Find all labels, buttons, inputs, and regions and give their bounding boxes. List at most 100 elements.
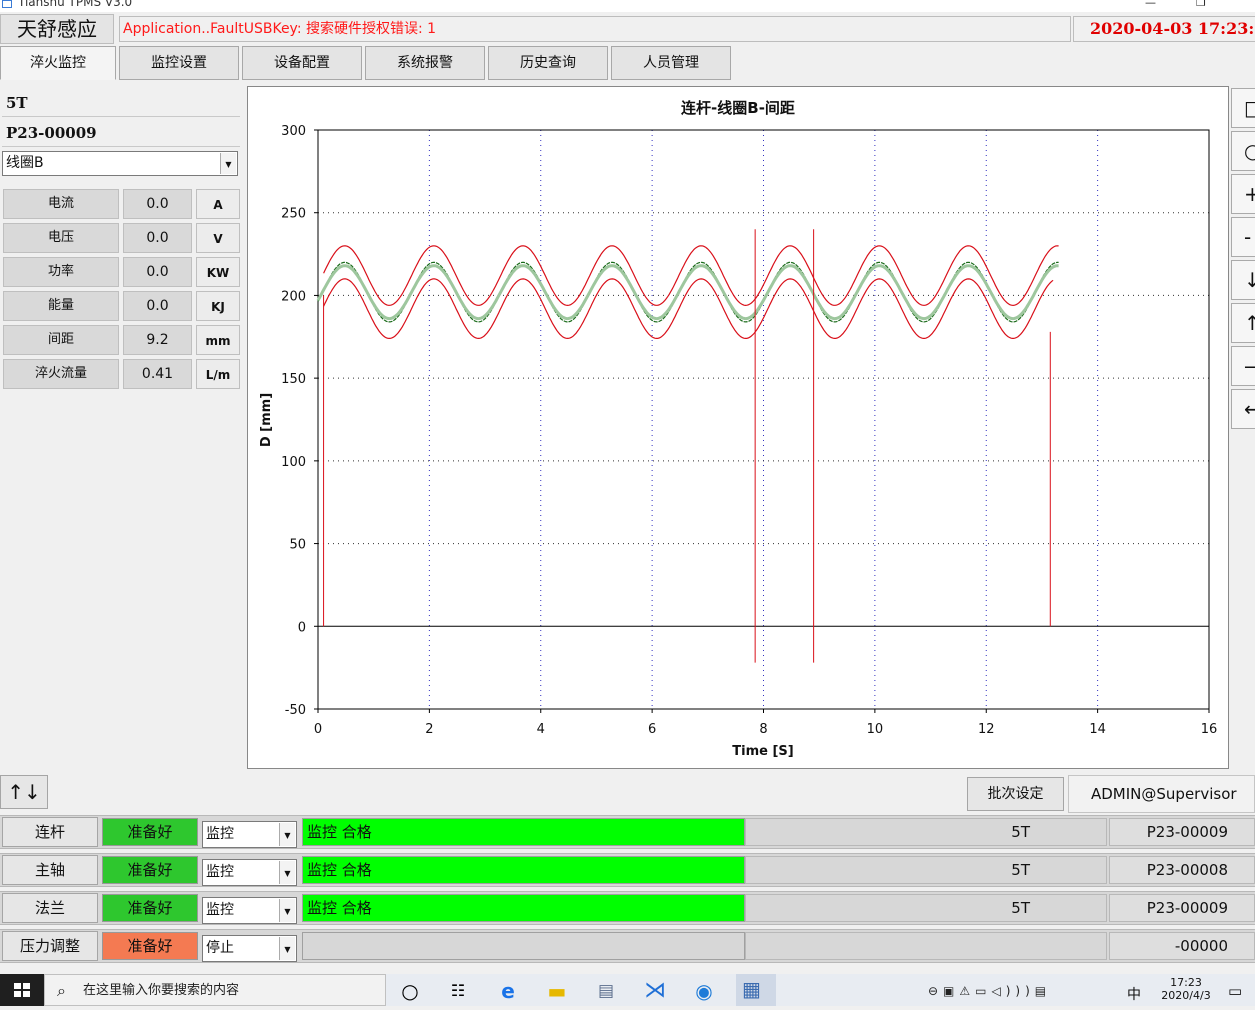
param-unit-power: KW [196, 257, 240, 287]
spec-label: 5T [2, 89, 240, 117]
pan-down-button[interactable]: ↓ [1231, 260, 1255, 300]
line-spec [745, 932, 1107, 960]
window-titlebar: Tianshu TPMS V3.0 — ❐ [0, 0, 1255, 12]
y-tick-label: 300 [281, 124, 306, 139]
param-unit-voltage: V [196, 223, 240, 253]
y-tick-label: 50 [289, 538, 306, 553]
batch-settings-button[interactable]: 批次设定 [967, 777, 1064, 811]
chevron-down-icon: ▼ [220, 153, 236, 174]
pan-left-button[interactable]: ← [1231, 389, 1255, 429]
param-label-voltage: 电压 [3, 223, 119, 253]
taskbar-clock[interactable]: 17:23 2020/4/3 [1160, 976, 1212, 1002]
brand-logo: 天舒感应 [0, 14, 114, 44]
chart-panel[interactable]: 连杆-线圈B-间距 -50 0 50 100 150 200 250 300 0 2 4 6 8 10 1… [247, 86, 1229, 769]
tab-user-management[interactable]: 人员管理 [611, 46, 731, 80]
minimize-icon[interactable]: — [1145, 0, 1156, 9]
taskbar-search-placeholder: 在这里输入你要搜索的内容 [83, 983, 240, 998]
ime-indicator[interactable]: 中 [1127, 984, 1141, 1004]
sort-button[interactable]: ↑↓ [0, 775, 48, 809]
gap-chart[interactable]: 连杆-线圈B-间距 -50 0 50 100 150 200 250 300 0 2 4 6 8 10 1… [248, 87, 1230, 770]
param-value-gap: 9.2 [123, 325, 192, 355]
chart-series [316, 245, 1059, 340]
line-status-badge: 准备好 [102, 856, 198, 884]
datetime-display: 2020-04-03 17:23:06 [1073, 16, 1255, 42]
line-name-button[interactable]: 法兰 [2, 893, 98, 923]
notification-icon[interactable]: ▭ [1228, 982, 1242, 1000]
line-mode-select[interactable]: 监控 ▼ [202, 897, 297, 924]
y-tick-label: 100 [281, 455, 306, 470]
zoom-out-button[interactable]: - [1231, 217, 1255, 257]
line-message: 监控 合格 [302, 856, 745, 884]
line-part-number: P23-00009 [1109, 894, 1255, 922]
y-tick-label: 0 [298, 620, 306, 635]
tab-quench-monitor[interactable]: 淬火监控 [0, 46, 116, 80]
coil-select-value: 线圈B [6, 155, 44, 171]
param-value-current: 0.0 [123, 189, 192, 219]
start-button[interactable] [0, 974, 44, 1006]
line-name-button[interactable]: 主轴 [2, 855, 98, 885]
chart-app-icon: ▦ [742, 977, 761, 1001]
window-title: Tianshu TPMS V3.0 [18, 0, 133, 9]
line-mode-value: 监控 [206, 902, 234, 918]
edge-browser-icon[interactable]: e [494, 978, 522, 1004]
line-mode-select[interactable]: 监控 ▼ [202, 821, 297, 848]
pan-flat-button[interactable]: — [1231, 346, 1255, 386]
y-axis-label: D [mm] [259, 393, 274, 447]
line-name-button[interactable]: 压力调整 [2, 931, 98, 961]
task-view-icon[interactable]: ○ [396, 978, 424, 1004]
param-unit-gap: mm [196, 325, 240, 355]
zoom-reset-button[interactable]: ○ [1231, 131, 1255, 171]
chart-grid [318, 130, 1209, 709]
widgets-icon[interactable]: ☷ [444, 978, 472, 1004]
x-tick-label: 4 [537, 722, 545, 737]
y-axis-ticks: -50 0 50 100 150 200 250 300 [281, 124, 318, 718]
param-value-energy: 0.0 [123, 291, 192, 321]
line-spec: 5T [745, 894, 1107, 922]
line-status-badge: 准备好 [102, 894, 198, 922]
param-label-gap: 间距 [3, 325, 119, 355]
zoom-box-button[interactable]: □ [1231, 88, 1255, 128]
zoom-in-button[interactable]: + [1231, 174, 1255, 214]
param-value-power: 0.0 [123, 257, 192, 287]
line-name-button[interactable]: 连杆 [2, 817, 98, 847]
x-tick-label: 6 [648, 722, 656, 737]
coil-select[interactable]: 线圈B ▼ [2, 151, 238, 176]
vscode-icon[interactable]: ⋊ [641, 978, 669, 1004]
line-status-badge: 准备好 [102, 818, 198, 846]
y-tick-label: -50 [285, 703, 306, 718]
y-tick-label: 150 [281, 372, 306, 387]
param-value-flow: 0.41 [123, 359, 192, 389]
param-label-flow: 淬火流量 [3, 359, 119, 389]
y-tick-label: 250 [281, 207, 306, 222]
system-tray-icons[interactable]: ⊖▣⚠▭◁)))▤ [928, 984, 1051, 998]
param-value-voltage: 0.0 [123, 223, 192, 253]
line-part-number: P23-00008 [1109, 856, 1255, 884]
line-spec: 5T [745, 856, 1107, 884]
x-tick-label: 0 [314, 722, 322, 737]
line-part-number: P23-00009 [1109, 818, 1255, 846]
windows-icon [14, 983, 30, 997]
tab-system-alarm[interactable]: 系统报警 [365, 46, 485, 80]
file-explorer-icon[interactable]: ▬ [543, 978, 571, 1004]
teamviewer-icon[interactable]: ◉ [690, 978, 718, 1004]
active-app-tile[interactable]: ▦ [736, 974, 776, 1006]
line-mode-value: 监控 [206, 826, 234, 842]
maximize-icon[interactable]: ❐ [1196, 0, 1206, 9]
chevron-down-icon: ▼ [279, 823, 295, 846]
pan-up-button[interactable]: ↑ [1231, 303, 1255, 343]
series-line [323, 278, 1054, 340]
tab-device-config[interactable]: 设备配置 [242, 46, 362, 80]
line-mode-select[interactable]: 停止 ▼ [202, 935, 297, 962]
param-label-current: 电流 [3, 189, 119, 219]
tab-history-query[interactable]: 历史查询 [488, 46, 608, 80]
chevron-down-icon: ▼ [279, 899, 295, 922]
param-unit-current: A [196, 189, 240, 219]
x-tick-label: 8 [759, 722, 767, 737]
control-panel-icon[interactable]: ▤ [592, 978, 620, 1004]
taskbar-search[interactable]: ⌕ 在这里输入你要搜索的内容 [44, 974, 386, 1006]
app-icon [2, 0, 12, 8]
x-tick-label: 12 [978, 722, 995, 737]
line-spec: 5T [745, 818, 1107, 846]
line-mode-select[interactable]: 监控 ▼ [202, 859, 297, 886]
tab-monitor-settings[interactable]: 监控设置 [119, 46, 239, 80]
